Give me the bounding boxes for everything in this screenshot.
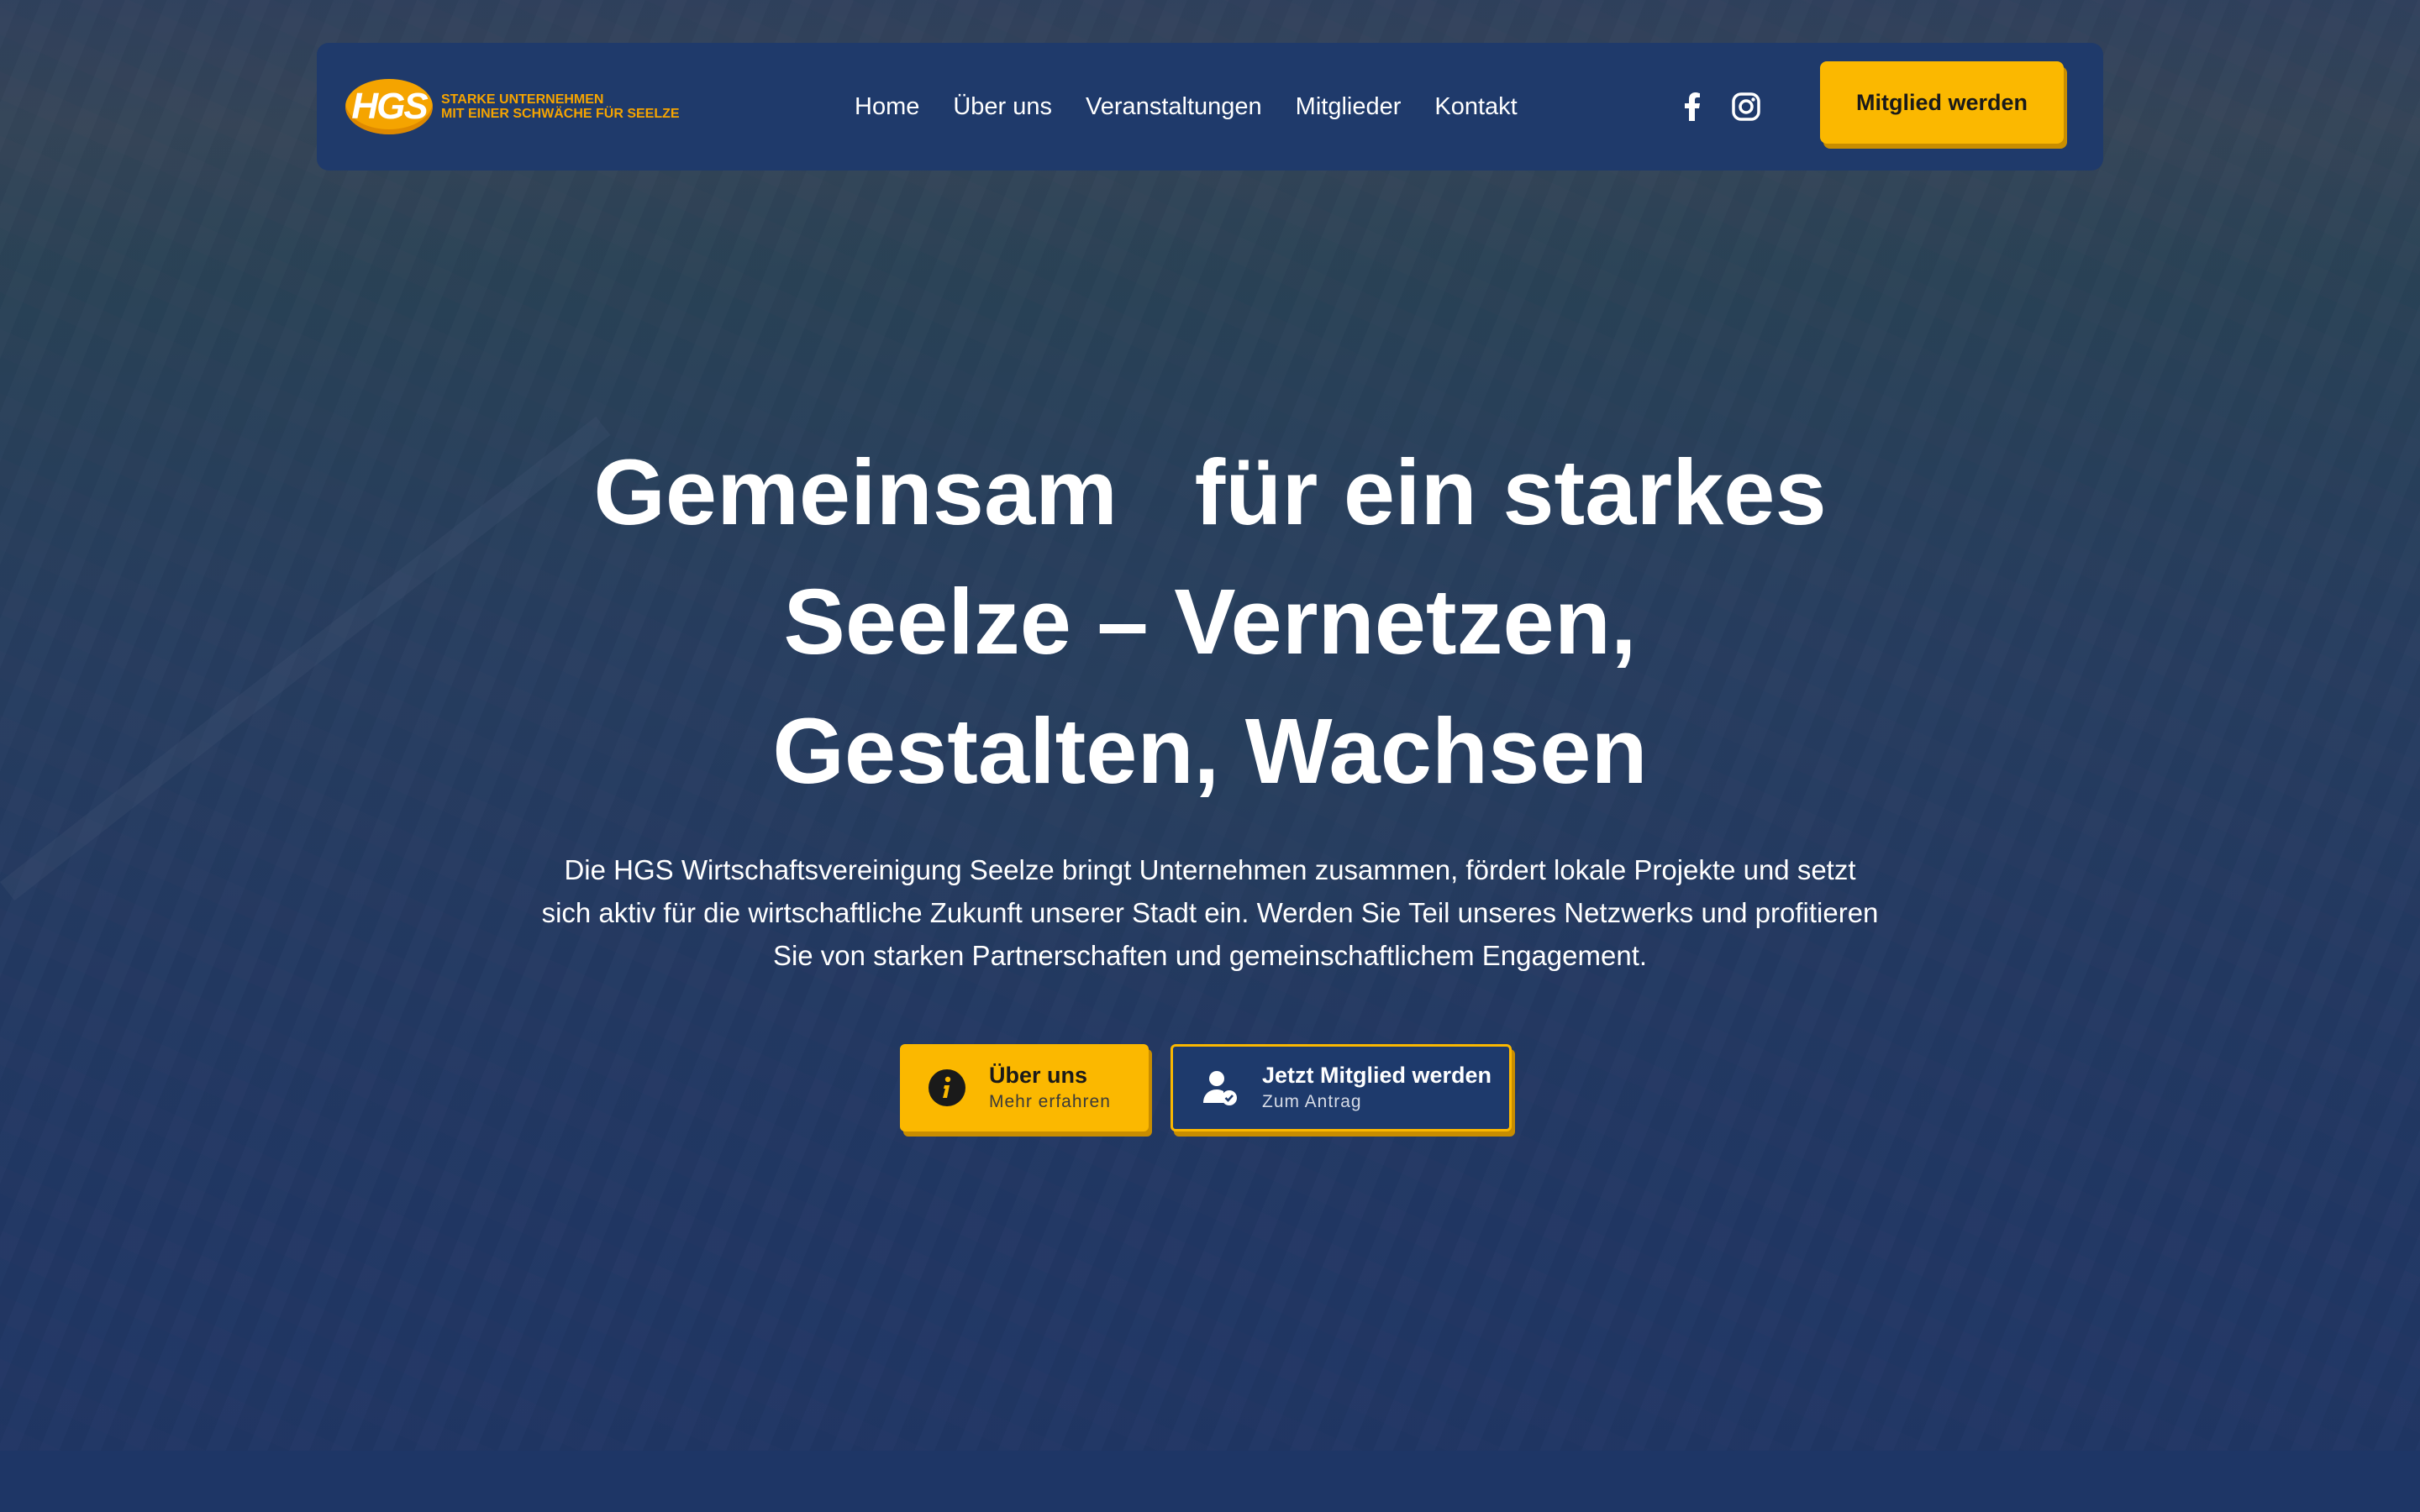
headline-line-1: Gemeinsam für ein starkes xyxy=(593,441,1827,544)
about-us-button-title: Über uns xyxy=(989,1063,1088,1088)
join-now-button-subtitle: Zum Antrag xyxy=(1262,1092,1362,1111)
logo-tagline: STARKE UNTERNEHMEN MIT EINER SCHWÄCHE FÜ… xyxy=(441,92,680,121)
nav-link-ueber-uns[interactable]: Über uns xyxy=(953,87,1052,127)
about-us-button-texts: Über uns Mehr erfahren xyxy=(989,1061,1111,1115)
logo[interactable]: HGS STARKE UNTERNEHMEN MIT EINER SCHWÄCH… xyxy=(345,76,680,137)
info-icon xyxy=(927,1068,967,1108)
headline-line-3: Gestalten, Wachsen xyxy=(772,700,1648,803)
join-now-button-texts: Jetzt Mitglied werden Zum Antrag xyxy=(1262,1061,1491,1115)
become-member-button[interactable]: Mitglied werden xyxy=(1820,61,2064,144)
join-now-button-title: Jetzt Mitglied werden xyxy=(1262,1063,1492,1088)
instagram-icon[interactable] xyxy=(1729,90,1763,123)
headline-line-2: Seelze – Vernetzen, xyxy=(783,570,1637,674)
footer-band xyxy=(0,1451,2420,1512)
join-now-button[interactable]: Jetzt Mitglied werden Zum Antrag xyxy=(1171,1044,1512,1131)
logo-badge: HGS xyxy=(345,79,433,134)
nav-link-kontakt[interactable]: Kontakt xyxy=(1434,87,1517,127)
navbar: HGS STARKE UNTERNEHMEN MIT EINER SCHWÄCH… xyxy=(317,43,2103,171)
nav-link-home[interactable]: Home xyxy=(855,87,919,127)
about-us-button[interactable]: Über uns Mehr erfahren xyxy=(900,1044,1149,1131)
hero-subtext: Die HGS Wirtschaftsvereinigung Seelze br… xyxy=(541,854,1879,971)
user-check-icon xyxy=(1200,1068,1240,1108)
hero-headline: Gemeinsam für ein starkes Seelze – Verne… xyxy=(471,428,1949,816)
facebook-icon[interactable] xyxy=(1676,90,1709,123)
nav-link-veranstaltungen[interactable]: Veranstaltungen xyxy=(1086,87,1262,127)
about-us-button-subtitle: Mehr erfahren xyxy=(989,1092,1111,1111)
nav-links: Home Über uns Veranstaltungen Mitglieder… xyxy=(855,87,1551,127)
nav-link-mitglieder[interactable]: Mitglieder xyxy=(1296,87,1402,127)
logo-tagline-line2: MIT EINER SCHWÄCHE FÜR SEELZE xyxy=(441,107,680,121)
logo-tagline-line1: STARKE UNTERNEHMEN xyxy=(441,92,604,107)
